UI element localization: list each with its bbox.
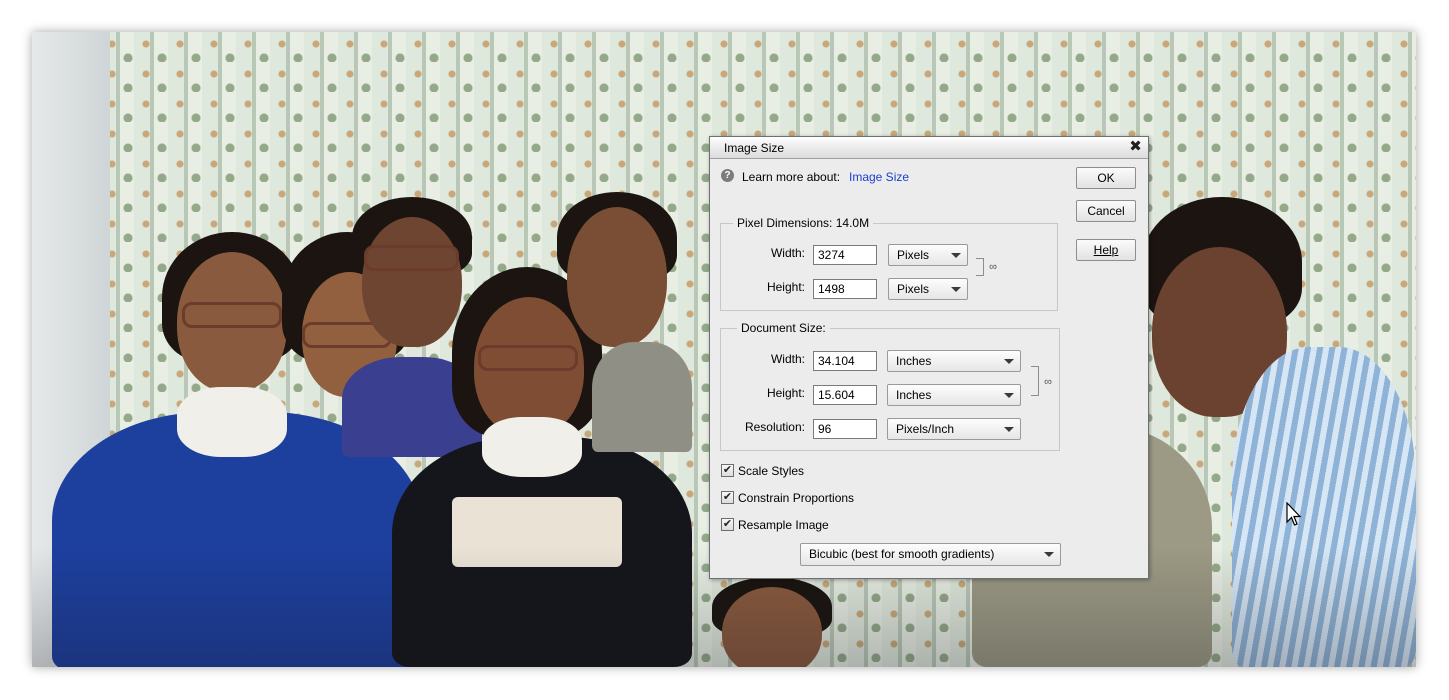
cancel-button[interactable]: Cancel [1076, 200, 1136, 222]
pixel-dimensions-label: Pixel Dimensions: [737, 216, 833, 230]
learn-more-link[interactable]: Image Size [849, 170, 909, 184]
pixel-width-input[interactable]: 3274 [813, 245, 877, 265]
resolution-input[interactable]: 96 [813, 419, 877, 439]
document-size-legend: Document Size: [737, 321, 830, 335]
pixel-height-unit: Pixels [897, 282, 930, 296]
pixel-link-bracket [976, 258, 984, 276]
pixel-width-unit: Pixels [897, 248, 930, 262]
doc-height-unit-select[interactable]: Inches [887, 384, 1021, 406]
image-size-dialog: Image Size ✖ ? Learn more about: Image S… [709, 136, 1149, 579]
chevron-down-icon [1004, 427, 1014, 432]
doc-width-unit-select[interactable]: Inches [887, 350, 1021, 372]
pixel-height-label: Height: [766, 280, 805, 294]
chevron-down-icon [951, 287, 961, 292]
ok-button[interactable]: OK [1076, 167, 1136, 189]
doc-width-input[interactable]: 34.104 [813, 351, 877, 371]
resolution-label: Resolution: [744, 420, 805, 434]
chain-link-icon: ∞ [1044, 376, 1052, 388]
scale-styles-label[interactable]: Scale Styles [738, 464, 804, 478]
photo-person [552, 192, 692, 452]
doc-width-label: Width: [770, 352, 805, 366]
constrain-proportions-label[interactable]: Constrain Proportions [738, 491, 854, 505]
resample-image-checkbox[interactable]: ✔ [721, 518, 734, 531]
document-size-group: Document Size: Width: 34.104 Inches Heig… [720, 321, 1060, 451]
chevron-down-icon [1004, 359, 1014, 364]
pixel-height-unit-select[interactable]: Pixels [888, 278, 968, 300]
pixel-width-unit-select[interactable]: Pixels [888, 244, 968, 266]
resample-method-value: Bicubic (best for smooth gradients) [809, 547, 995, 561]
pixel-dimensions-size: 14.0M [835, 216, 870, 230]
pixel-width-label: Width: [770, 246, 805, 260]
dialog-titlebar[interactable]: Image Size ✖ [710, 137, 1148, 159]
doc-height-unit: Inches [896, 388, 932, 402]
resolution-unit-select[interactable]: Pixels/Inch [887, 418, 1021, 440]
resample-method-select[interactable]: Bicubic (best for smooth gradients) [800, 543, 1061, 566]
chevron-down-icon [1004, 393, 1014, 398]
doc-height-label: Height: [766, 386, 805, 400]
resample-image-label[interactable]: Resample Image [738, 518, 829, 532]
doc-width-unit: Inches [896, 354, 932, 368]
pixel-dimensions-group: Pixel Dimensions: 14.0M Width: 3274 Pixe… [720, 216, 1058, 311]
constrain-proportions-checkbox[interactable]: ✔ [721, 491, 734, 504]
chevron-down-icon [1044, 552, 1054, 557]
chain-link-icon: ∞ [989, 261, 997, 273]
help-button-label: Help [1093, 243, 1119, 257]
close-icon: ✖ [1129, 138, 1142, 155]
doc-link-bracket [1031, 366, 1039, 396]
pixel-dimensions-legend: Pixel Dimensions: 14.0M [733, 216, 874, 230]
doc-height-input[interactable]: 15.604 [813, 385, 877, 405]
resolution-unit: Pixels/Inch [896, 422, 955, 436]
help-button[interactable]: Help [1076, 239, 1136, 261]
learn-more-label: Learn more about: [742, 170, 841, 184]
dialog-title: Image Size [724, 141, 785, 155]
pixel-height-input[interactable]: 1498 [813, 279, 877, 299]
help-circle-icon: ? [721, 169, 734, 182]
chevron-down-icon [951, 253, 961, 258]
mouse-cursor-icon [1286, 502, 1302, 526]
close-button[interactable]: ✖ [1127, 138, 1144, 156]
scale-styles-checkbox[interactable]: ✔ [721, 464, 734, 477]
